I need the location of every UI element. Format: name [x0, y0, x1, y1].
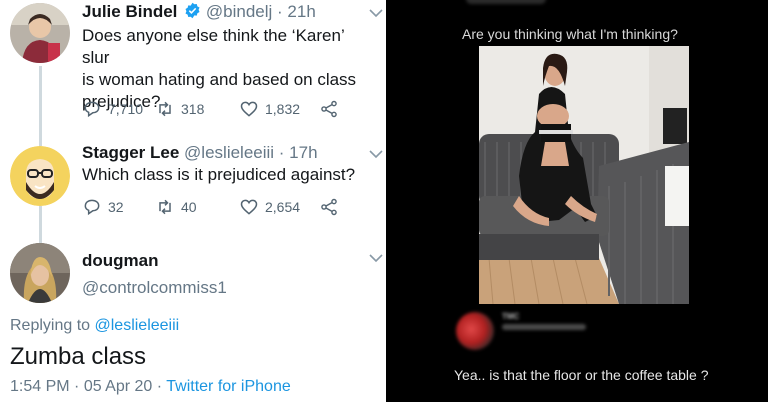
share-button[interactable] — [319, 99, 345, 119]
replying-to-line: Replying to @leslieleeiii — [10, 317, 179, 335]
thread-connector-line — [39, 206, 42, 244]
tweet1-author-name: Julie Bindel — [82, 2, 178, 21]
tweet2-chevron-down-icon[interactable] — [369, 149, 383, 159]
like-count: 1,832 — [265, 101, 301, 117]
replying-to-link[interactable]: @leslieleeiii — [95, 317, 180, 334]
reply-count: 7,710 — [108, 101, 144, 117]
reply-icon — [84, 101, 100, 118]
reply-button[interactable]: 7,710 — [82, 99, 155, 119]
tweet3-chevron-down-icon[interactable] — [369, 253, 383, 263]
like-button[interactable]: 2,654 — [239, 197, 319, 217]
avatar-stagger-lee[interactable] — [10, 146, 70, 206]
tweet1-chevron-down-icon[interactable] — [369, 8, 383, 18]
tweet3-author-name[interactable]: dougman — [82, 251, 159, 271]
tweet3-source-link[interactable]: Twitter for iPhone — [166, 378, 291, 395]
tweet3-date: · 05 Apr 20 · — [74, 378, 163, 395]
retweet-button[interactable]: 318 — [155, 99, 239, 119]
reply-author-handle-blurred — [502, 324, 586, 330]
like-button[interactable]: 1,832 — [239, 99, 319, 119]
tweet1-author[interactable]: Julie Bindel @bindelj · 21h — [82, 2, 316, 22]
thread-connector-line — [39, 66, 42, 146]
heart-icon — [240, 199, 258, 215]
share-icon — [321, 198, 337, 216]
retweet-icon — [159, 199, 171, 215]
tweet3-time: 1:54 PM — [10, 378, 70, 395]
retweet-count: 40 — [181, 199, 197, 215]
tweet2-text: Which class is it prejudiced against? — [82, 165, 356, 184]
room-photo[interactable] — [479, 46, 689, 304]
replying-to-prefix: Replying to — [10, 317, 91, 334]
tweet3-meta: 1:54 PM · 05 Apr 20 · Twitter for iPhone — [10, 378, 291, 396]
tweet1-actions: 7,710 318 1,832 — [82, 99, 345, 119]
dark-screenshot-panel: Are you thinking what I'm thinking? TMC … — [386, 0, 768, 402]
tweet2-handle[interactable]: @leslieleeiii — [184, 143, 274, 162]
twitter-thread-panel: Julie Bindel @bindelj · 21h Does anyone … — [0, 0, 386, 402]
reply-button[interactable]: 32 — [82, 197, 155, 217]
reply-text: Yea.. is that the floor or the coffee ta… — [454, 367, 709, 383]
share-icon — [321, 100, 337, 118]
like-count: 2,654 — [265, 199, 301, 215]
tweet2-author[interactable]: Stagger Lee @leslieleeiii · 17h — [82, 143, 318, 163]
tweet2-actions: 32 40 2,654 — [82, 197, 345, 217]
share-button[interactable] — [319, 197, 345, 217]
retweet-button[interactable]: 40 — [155, 197, 239, 217]
reply-count: 32 — [108, 199, 124, 215]
avatar-dougman[interactable] — [10, 243, 70, 303]
tweet2-author-name: Stagger Lee — [82, 143, 180, 162]
tweet2-time: · 17h — [278, 143, 318, 162]
reply-icon — [84, 199, 100, 216]
retweet-count: 318 — [181, 101, 205, 117]
tweet1-text-line: is woman hating and based on class — [82, 70, 357, 89]
reply-author-name[interactable]: TMC — [502, 312, 519, 321]
reply-avatar[interactable] — [456, 312, 494, 350]
photo-caption: Are you thinking what I'm thinking? — [462, 26, 678, 42]
top-blurred-header — [466, 0, 546, 4]
verified-badge-icon — [185, 2, 200, 19]
tweet1-text-line: Does anyone else think the ‘Karen’ slur — [82, 26, 345, 67]
tweet1-time: · 21h — [277, 2, 316, 21]
tweet1-handle[interactable]: @bindelj — [206, 2, 272, 21]
tweet3-handle[interactable]: @controlcommiss1 — [82, 278, 227, 298]
tweet3-text: Zumba class — [10, 343, 147, 370]
retweet-icon — [159, 101, 171, 117]
avatar-julie-bindel[interactable] — [10, 3, 70, 63]
heart-icon — [240, 101, 258, 117]
